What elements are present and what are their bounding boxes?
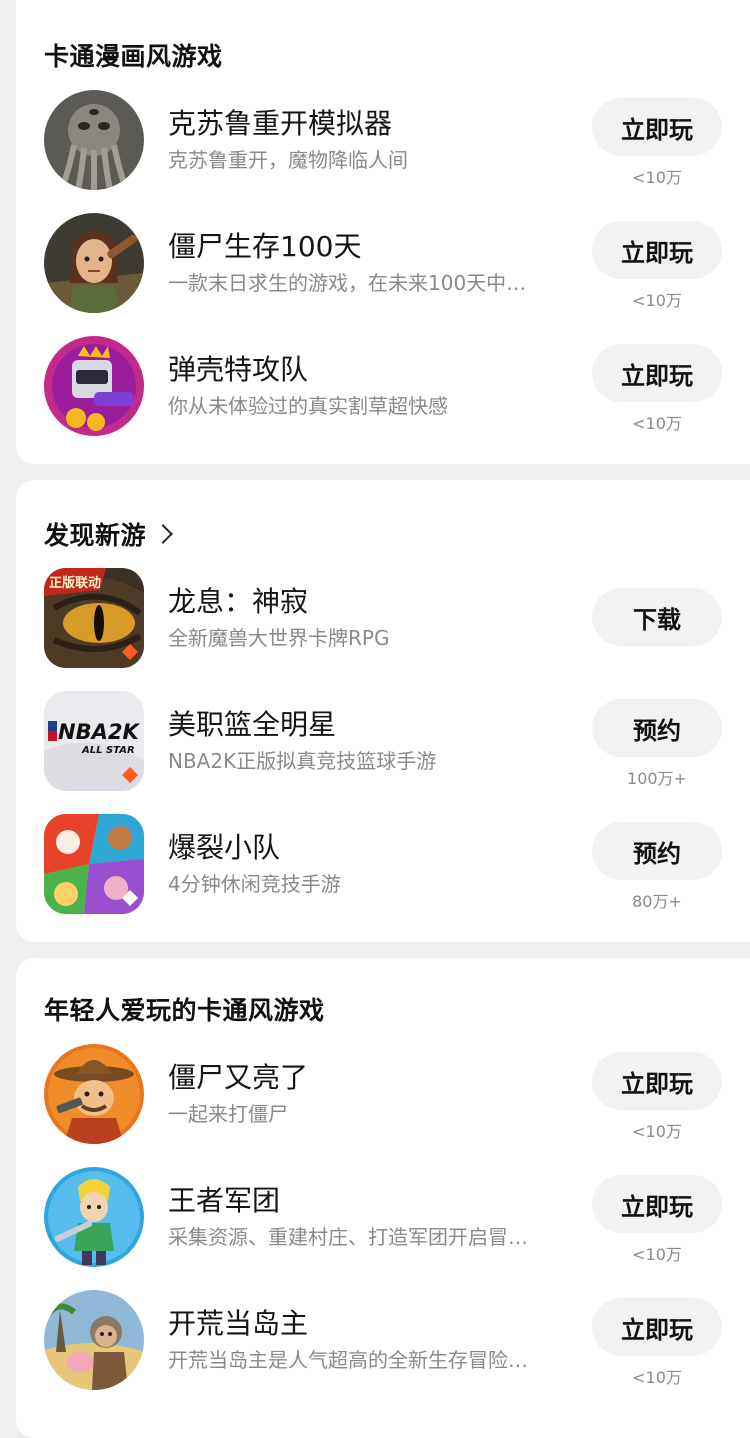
nba2k-logo: NBA2K bbox=[58, 720, 140, 744]
section-title: 年轻人爱玩的卡通风游戏 bbox=[44, 996, 325, 1025]
section-card-discover-new-games: 发现新游 正版联动 龙息：神寂 全新魔兽大世界卡牌RPG 下载 NBA2K AL… bbox=[16, 480, 750, 942]
game-description: NBA2K正版拟真竞技篮球手游 bbox=[168, 749, 437, 773]
section-card-youth-cartoon-games: 年轻人爱玩的卡通风游戏 僵尸又亮了 一起来打僵尸 立即玩 <10万 王者军团 采… bbox=[16, 958, 750, 1438]
burst-squad-game-icon[interactable] bbox=[44, 814, 144, 914]
game-name: 龙息：神寂 bbox=[168, 585, 309, 618]
game-row[interactable]: 弹壳特攻队 你从未体验过的真实割草超快感 立即玩 <10万 bbox=[16, 334, 736, 438]
game-row[interactable]: 正版联动 龙息：神寂 全新魔兽大世界卡牌RPG 下载 bbox=[16, 566, 736, 670]
game-name: 王者军团 bbox=[168, 1184, 281, 1217]
game-name: 僵尸生存100天 bbox=[168, 230, 362, 263]
reservation-count: 80万+ bbox=[632, 892, 682, 911]
player-count: <10万 bbox=[632, 1368, 682, 1387]
game-description: 开荒当岛主是人气超高的全新生存冒险… bbox=[168, 1348, 528, 1372]
game-row[interactable]: 僵尸又亮了 一起来打僵尸 立即玩 <10万 bbox=[16, 1042, 736, 1146]
play-button[interactable]: 立即玩 bbox=[592, 98, 722, 156]
game-row[interactable]: NBA2K ALL STAR 美职篮全明星 NBA2K正版拟真竞技篮球手游 预约… bbox=[16, 689, 736, 793]
nba2k-game-icon[interactable]: NBA2K ALL STAR bbox=[44, 691, 144, 791]
download-button[interactable]: 下载 bbox=[592, 588, 722, 646]
game-name: 僵尸又亮了 bbox=[168, 1061, 309, 1094]
game-description: 采集资源、重建村庄、打造军团开启冒… bbox=[168, 1225, 528, 1249]
play-button[interactable]: 立即玩 bbox=[592, 1052, 722, 1110]
game-row[interactable]: 开荒当岛主 开荒当岛主是人气超高的全新生存冒险… 立即玩 <10万 bbox=[16, 1288, 736, 1392]
zombie-survival-game-icon[interactable] bbox=[44, 213, 144, 313]
player-count: <10万 bbox=[632, 168, 682, 187]
game-name: 美职篮全明星 bbox=[168, 708, 337, 741]
game-name: 开荒当岛主 bbox=[168, 1307, 309, 1340]
cthulhu-game-icon[interactable] bbox=[44, 90, 144, 190]
dragon-eye-game-icon[interactable]: 正版联动 bbox=[44, 568, 144, 668]
play-button[interactable]: 立即玩 bbox=[592, 344, 722, 402]
game-row[interactable]: 僵尸生存100天 一款末日求生的游戏，在未来100天中… 立即玩 <10万 bbox=[16, 211, 736, 315]
game-row[interactable]: 爆裂小队 4分钟休闲竞技手游 预约 80万+ bbox=[16, 812, 736, 916]
game-description: 你从未体验过的真实割草超快感 bbox=[168, 394, 448, 418]
player-count: <10万 bbox=[632, 1122, 682, 1141]
section-card-cartoon-games: 卡通漫画风游戏 克苏鲁重开模拟器 克苏鲁重开，魔物降临人间 立即玩 <10万 僵… bbox=[16, 0, 750, 464]
game-name: 克苏鲁重开模拟器 bbox=[168, 107, 393, 140]
knight-legion-game-icon[interactable] bbox=[44, 1167, 144, 1267]
reserve-button[interactable]: 预约 bbox=[592, 822, 722, 880]
game-row[interactable]: 克苏鲁重开模拟器 克苏鲁重开，魔物降临人间 立即玩 <10万 bbox=[16, 88, 736, 192]
all-star-logo: ALL STAR bbox=[81, 745, 135, 756]
play-button[interactable]: 立即玩 bbox=[592, 1298, 722, 1356]
game-description: 一款末日求生的游戏，在未来100天中… bbox=[168, 271, 527, 295]
game-description: 全新魔兽大世界卡牌RPG bbox=[168, 626, 390, 650]
game-name: 弹壳特攻队 bbox=[168, 353, 309, 386]
reserve-button[interactable]: 预约 bbox=[592, 699, 722, 757]
cowboy-zombie-game-icon[interactable] bbox=[44, 1044, 144, 1144]
island-owner-game-icon[interactable] bbox=[44, 1290, 144, 1390]
game-name: 爆裂小队 bbox=[168, 831, 281, 864]
game-description: 一起来打僵尸 bbox=[168, 1102, 288, 1126]
player-count: <10万 bbox=[632, 1245, 682, 1264]
section-title: 卡通漫画风游戏 bbox=[44, 42, 223, 71]
play-button[interactable]: 立即玩 bbox=[592, 221, 722, 279]
player-count: <10万 bbox=[632, 414, 682, 433]
play-button[interactable]: 立即玩 bbox=[592, 1175, 722, 1233]
chevron-right-icon bbox=[153, 524, 173, 544]
game-description: 4分钟休闲竞技手游 bbox=[168, 872, 341, 896]
player-count: <10万 bbox=[632, 291, 682, 310]
section-title: 发现新游 bbox=[44, 521, 147, 550]
discover-section-header[interactable]: 发现新游 bbox=[44, 516, 173, 552]
game-row[interactable]: 王者军团 采集资源、重建村庄、打造军团开启冒… 立即玩 <10万 bbox=[16, 1165, 736, 1269]
icon-badge: 正版联动 bbox=[49, 575, 101, 591]
game-description: 克苏鲁重开，魔物降临人间 bbox=[168, 148, 408, 172]
shell-squad-game-icon[interactable] bbox=[44, 336, 144, 436]
reservation-count: 100万+ bbox=[627, 769, 687, 788]
